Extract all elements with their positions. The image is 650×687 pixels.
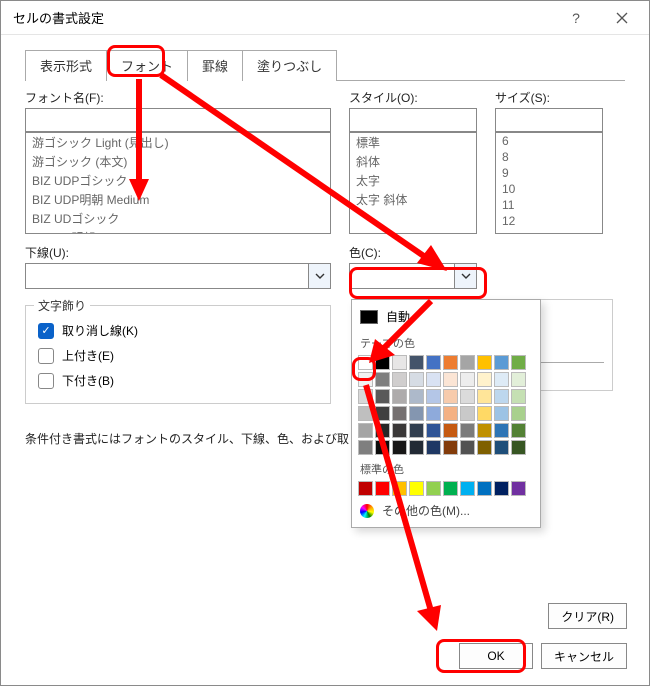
- format-cells-dialog: セルの書式設定 ? 表示形式 フォント 罫線 塗りつぶし フォント名(F): 游…: [0, 0, 650, 686]
- annotation-arrow-4: [1, 1, 650, 687]
